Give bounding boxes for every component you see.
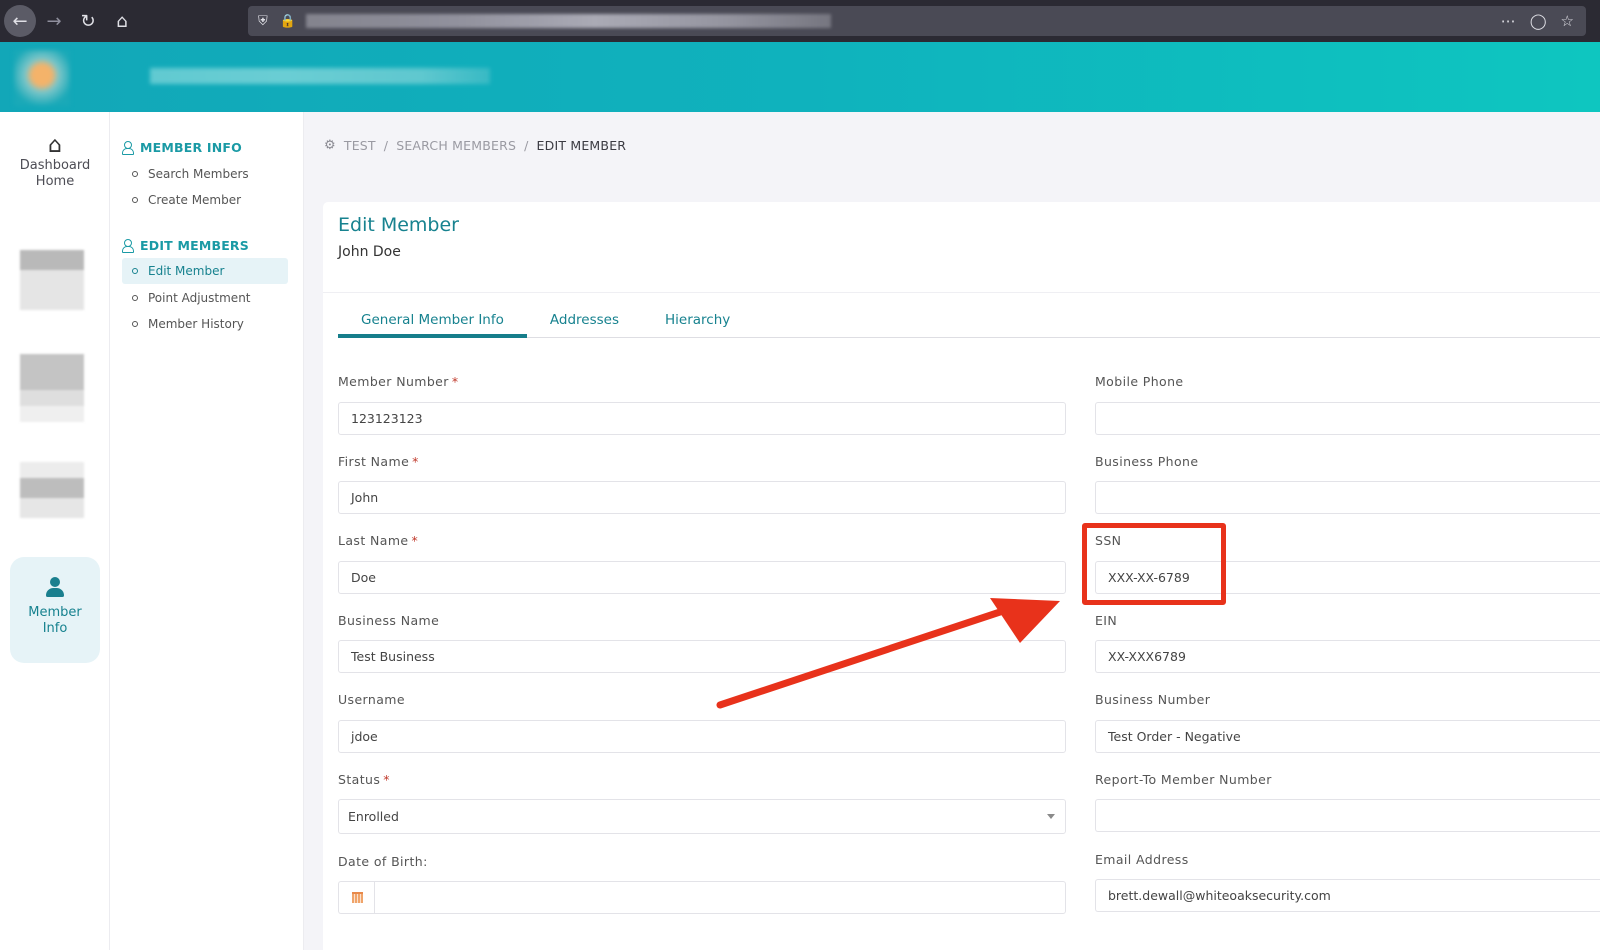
- home-icon[interactable]: ⌂: [106, 5, 138, 37]
- rail-item-redacted[interactable]: [20, 242, 84, 322]
- business-name-input[interactable]: Test Business: [338, 640, 1066, 673]
- ssn-label: SSN: [1095, 533, 1122, 548]
- app-logo[interactable]: [14, 50, 70, 106]
- last-name-label: Last Name *: [338, 533, 419, 548]
- mobile-phone-input[interactable]: [1095, 402, 1600, 435]
- rail-item-dashboard-home[interactable]: ⌂ Dashboard Home: [10, 133, 100, 190]
- back-arrow-icon[interactable]: ←: [4, 5, 36, 37]
- user-outline-icon: [122, 239, 134, 253]
- subnav-item-create-member[interactable]: Create Member: [122, 187, 288, 213]
- section-edit-members: EDIT MEMBERS: [122, 238, 249, 253]
- url-text-redacted: [305, 14, 831, 28]
- subnav-label: Search Members: [148, 167, 249, 181]
- tab-hierarchy[interactable]: Hierarchy: [642, 306, 753, 338]
- username-input[interactable]: jdoe: [338, 720, 1066, 753]
- bullet-icon: [132, 197, 138, 203]
- rail-item-redacted[interactable]: [20, 350, 84, 430]
- report-to-member-number-label: Report-To Member Number: [1095, 772, 1272, 787]
- rail-item-redacted[interactable]: [20, 454, 84, 534]
- tab-addresses[interactable]: Addresses: [527, 306, 642, 338]
- subnav-item-point-adjustment[interactable]: Point Adjustment: [122, 285, 288, 311]
- section-title: EDIT MEMBERS: [140, 238, 249, 253]
- rail-label: Member: [28, 605, 82, 620]
- business-name-label: Business Name: [338, 613, 440, 628]
- member-number-label: Member Number *: [338, 374, 459, 389]
- divider: [323, 292, 1600, 293]
- subnav-label: Edit Member: [148, 264, 225, 278]
- breadcrumb-item-test[interactable]: TEST: [344, 138, 376, 153]
- member-number-input[interactable]: 123123123: [338, 402, 1066, 435]
- tab-general-member-info[interactable]: General Member Info: [338, 306, 527, 338]
- date-of-birth-label: Date of Birth:: [338, 854, 428, 869]
- more-icon[interactable]: ⋯: [1501, 12, 1516, 30]
- url-bar[interactable]: ⛨ 🔒 ⋯ ◯ ☆: [248, 6, 1586, 36]
- chevron-down-icon: [1047, 814, 1055, 819]
- breadcrumb: ⚙ TEST / SEARCH MEMBERS / EDIT MEMBER: [324, 138, 626, 153]
- mobile-phone-label: Mobile Phone: [1095, 374, 1184, 389]
- breadcrumb-item-edit-member: EDIT MEMBER: [536, 138, 627, 153]
- rail-label: Dashboard: [19, 158, 91, 173]
- pocket-icon[interactable]: ◯: [1530, 12, 1547, 30]
- page-title: Edit Member: [338, 214, 459, 236]
- reload-icon[interactable]: ↻: [72, 5, 104, 37]
- user-outline-icon: [122, 141, 134, 155]
- calendar-button[interactable]: [338, 881, 375, 914]
- subnav-label: Create Member: [148, 193, 242, 207]
- bullet-icon: [132, 295, 138, 301]
- rail-item-member-info[interactable]: Member Info: [10, 557, 100, 663]
- subnav-item-search-members[interactable]: Search Members: [122, 161, 288, 187]
- email-address-label: Email Address: [1095, 852, 1189, 867]
- browser-toolbar: ← → ↻ ⌂ ⛨ 🔒 ⋯ ◯ ☆: [0, 0, 1600, 42]
- business-phone-input[interactable]: [1095, 481, 1600, 514]
- breadcrumb-item-search-members[interactable]: SEARCH MEMBERS: [396, 138, 516, 153]
- bullet-icon: [132, 171, 138, 177]
- app-brand-name-redacted: [150, 68, 490, 84]
- subnav-label: Member History: [148, 317, 244, 331]
- bookmark-star-icon[interactable]: ☆: [1561, 12, 1574, 30]
- business-number-input[interactable]: Test Order - Negative: [1095, 720, 1600, 753]
- app-header: [0, 42, 1600, 112]
- bullet-icon: [132, 268, 138, 274]
- edit-member-card: Edit Member John Doe General Member Info…: [323, 202, 1600, 950]
- status-label: Status *: [338, 772, 390, 787]
- first-name-label: First Name *: [338, 454, 419, 469]
- section-title: MEMBER INFO: [140, 140, 242, 155]
- sub-navigation: MEMBER INFO Search Members Create Member…: [110, 112, 304, 950]
- breadcrumb-separator: /: [383, 138, 389, 153]
- subnav-label: Point Adjustment: [148, 291, 251, 305]
- username-label: Username: [338, 692, 405, 707]
- last-name-input[interactable]: Doe: [338, 561, 1066, 594]
- status-select[interactable]: Enrolled: [338, 799, 1066, 834]
- date-of-birth-input[interactable]: [374, 881, 1066, 914]
- rail-label: Info: [42, 621, 68, 636]
- gear-icon: ⚙: [324, 138, 336, 153]
- shield-icon[interactable]: ⛨: [258, 14, 268, 29]
- subnav-item-edit-member[interactable]: Edit Member: [122, 258, 288, 284]
- section-member-info: MEMBER INFO: [122, 140, 242, 155]
- report-to-member-number-input[interactable]: [1095, 799, 1600, 832]
- lock-icon[interactable]: 🔒: [280, 14, 296, 29]
- user-icon: [45, 577, 65, 599]
- member-name: John Doe: [338, 244, 401, 260]
- subnav-item-member-history[interactable]: Member History: [122, 311, 288, 337]
- email-address-input[interactable]: brett.dewall@whiteoaksecurity.com: [1095, 879, 1600, 912]
- tab-bar: General Member Info Addresses Hierarchy: [338, 306, 1600, 338]
- ein-input[interactable]: XX-XXX6789: [1095, 640, 1600, 673]
- rail-label: Home: [35, 174, 75, 189]
- home-icon: ⌂: [48, 133, 62, 158]
- status-select-value: Enrolled: [348, 809, 399, 824]
- forward-arrow-icon[interactable]: →: [38, 5, 70, 37]
- ssn-input[interactable]: XXX-XX-6789: [1095, 561, 1600, 594]
- bullet-icon: [132, 321, 138, 327]
- business-number-label: Business Number: [1095, 692, 1211, 707]
- calendar-icon: [351, 892, 363, 903]
- first-name-input[interactable]: John: [338, 481, 1066, 514]
- business-phone-label: Business Phone: [1095, 454, 1199, 469]
- ein-label: EIN: [1095, 613, 1118, 628]
- icon-rail: ⌂ Dashboard Home Member Info: [0, 112, 110, 950]
- breadcrumb-separator: /: [524, 138, 529, 153]
